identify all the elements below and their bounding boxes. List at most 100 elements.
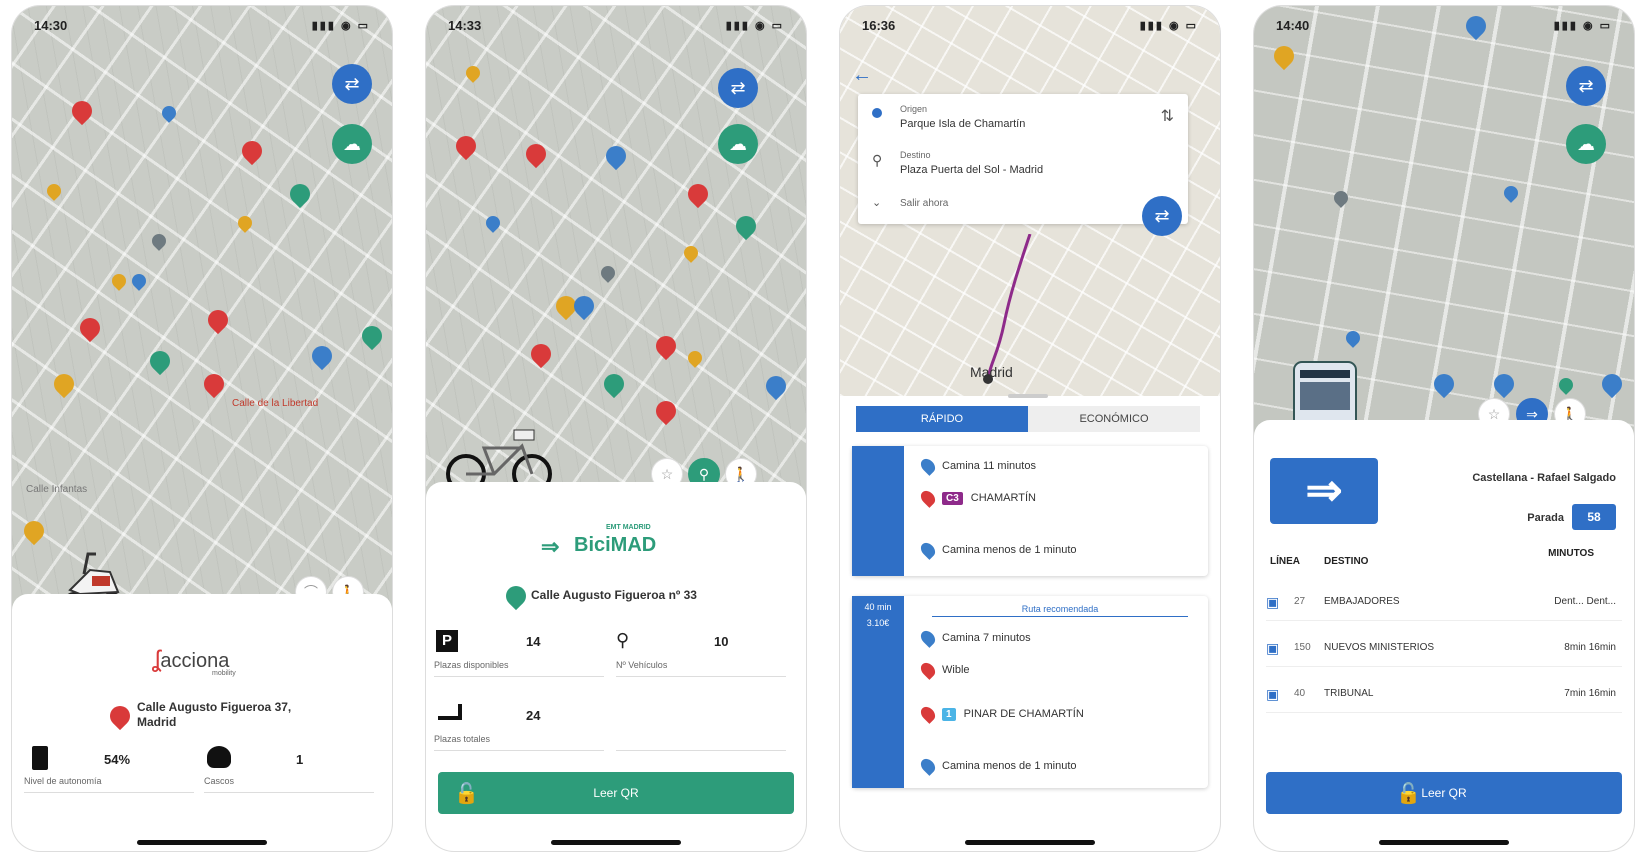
origin-dot-icon — [872, 108, 882, 118]
depart-chevron-icon[interactable]: ⌄ — [872, 196, 881, 209]
layers-button[interactable]: ⇄ — [332, 64, 372, 104]
bicimad-logo-icon: ⇒ — [541, 534, 560, 559]
weather-button[interactable]: ☁ — [1566, 124, 1606, 164]
depart-time-select[interactable]: Salir ahora — [900, 198, 948, 209]
status-time: 14:33 — [448, 17, 482, 33]
read-qr-label: Leer QR — [593, 786, 639, 800]
layers-button[interactable]: ⇄ — [718, 68, 758, 108]
stop-text: CHAMARTÍN — [970, 492, 1036, 504]
status-icons: ▮▮▮ ◉ ▭ — [311, 19, 370, 32]
origin-label: Origen — [900, 104, 928, 114]
line-badge: 1 — [942, 707, 956, 721]
bikes-value: 10 — [714, 634, 729, 649]
row-line: 27 — [1294, 596, 1306, 607]
walk-pin-icon — [918, 540, 938, 560]
table-row[interactable]: ▣ 150 NUEVOS MINISTERIOS 8min 16min — [1266, 634, 1622, 667]
screen-bicimad: 14:33 ▮▮▮ ◉ ▭ ⇄ ☁ ☆ ⚲ 🚶 EMT MADRID ⇒ Bic… — [426, 6, 806, 851]
total-value: 24 — [526, 708, 541, 723]
read-qr-button[interactable]: 🔓 Leer QR — [438, 772, 794, 814]
home-indicator[interactable] — [1379, 840, 1509, 845]
emt-logo-icon: ⇒ — [1270, 458, 1378, 524]
route-step: Camina menos de 1 minuto — [918, 756, 1077, 776]
mode-button[interactable]: ⇄ — [1142, 196, 1182, 236]
destination-input[interactable]: Plaza Puerta del Sol - Madrid — [900, 164, 1043, 176]
screen-bus-stop: 14:40 ▮▮▮ ◉ ▭ ⇄ ☁ ☆ ⇒ 🚶 ⇒ Castellana - R… — [1254, 6, 1634, 851]
weather-button[interactable]: ☁ — [718, 124, 758, 164]
map-street: Calle Infantas — [26, 484, 88, 495]
status-time: 14:30 — [34, 17, 68, 33]
address-text: Calle Augusto Figueroa nº 33 — [531, 588, 697, 602]
status-time: 16:36 — [862, 17, 896, 33]
location-pin-icon — [105, 701, 135, 731]
row-dest: TRIBUNAL — [1324, 688, 1374, 699]
status-icons: ▮▮▮ ◉ ▭ — [1139, 19, 1198, 32]
unlock-icon: 🔓 — [1396, 782, 1421, 805]
route-step: Camina 7 minutos — [918, 628, 1031, 648]
stop-text: PINAR DE CHAMARTÍN — [963, 708, 1084, 720]
line-badge: C3 — [942, 491, 963, 505]
battery-icon — [32, 746, 48, 770]
status-icons: ▮▮▮ ◉ ▭ — [1553, 19, 1612, 32]
layers-button[interactable]: ⇄ — [1566, 66, 1606, 106]
row-line: 150 — [1294, 642, 1311, 653]
parking-icon: P — [436, 630, 458, 652]
row-minutes: Dent... Dent... — [1554, 596, 1616, 607]
total-label: Plazas totales — [434, 734, 491, 744]
status-bar: 14:40 ▮▮▮ ◉ ▭ — [1276, 16, 1612, 34]
walk-pin-icon — [918, 456, 938, 476]
route-duration: 40 min — [864, 602, 892, 612]
route-step: C3 CHAMARTÍN — [918, 488, 1036, 508]
screen-route-planner: 16:36 ▮▮▮ ◉ ▭ ← Origen Parque Isla de Ch… — [840, 6, 1220, 851]
row-line: 40 — [1294, 688, 1306, 699]
helmet-icon — [207, 746, 231, 768]
status-bar: 16:36 ▮▮▮ ◉ ▭ — [862, 16, 1198, 34]
map-label: Calle de la Libertad — [232, 398, 319, 409]
read-qr-label: Leer QR — [1421, 786, 1467, 800]
stop-name: Castellana - Rafael Salgado — [1472, 472, 1616, 484]
step-text: Wible — [942, 664, 970, 676]
home-indicator[interactable] — [965, 840, 1095, 845]
step-text: Camina 7 minutos — [942, 632, 1031, 644]
bus-row-icon: ▣ — [1266, 640, 1280, 656]
col-dest-header: DESTINO — [1324, 556, 1369, 567]
home-indicator[interactable] — [551, 840, 681, 845]
helmet-value: 1 — [296, 752, 304, 767]
table-row[interactable]: ▣ 27 EMBAJADORES Dent... Dent... — [1266, 588, 1622, 621]
table-row[interactable]: ▣ 40 TRIBUNAL 7min 16min — [1266, 680, 1622, 713]
route-option-2[interactable]: 40 min 3.10€ Ruta recomendada Camina 7 m… — [852, 596, 1208, 788]
tab-cheap[interactable]: ECONÓMICO — [1028, 406, 1200, 432]
parking-label: Plazas disponibles — [434, 660, 509, 670]
route-step: 1 PINAR DE CHAMARTÍN — [918, 704, 1084, 724]
route-line — [983, 234, 1032, 384]
swap-icon[interactable]: ⇅ — [1161, 106, 1174, 126]
row-minutes: 8min 16min — [1564, 642, 1616, 653]
route-step: Wible — [918, 660, 970, 680]
stop-label: Parada — [1527, 512, 1564, 524]
stop-number-badge: 58 — [1572, 504, 1616, 530]
train-pin-icon — [918, 488, 938, 508]
helmet-label: Cascos — [204, 776, 235, 786]
dock-icon — [438, 704, 462, 720]
destination-label: Destino — [900, 150, 931, 160]
brand-sub: mobility — [212, 670, 236, 677]
back-arrow-icon[interactable]: ← — [852, 64, 872, 87]
tab-fast[interactable]: RÁPIDO — [856, 406, 1028, 432]
read-qr-button[interactable]: 🔓 Leer QR — [1266, 772, 1622, 814]
unlock-icon: 🔓 — [454, 782, 479, 805]
screen-acciona: 14:30 ▮▮▮ ◉ ▭ Calle de la Libertad Calle… — [12, 6, 392, 851]
route-step: Camina 11 minutos — [918, 456, 1036, 476]
detail-sheet: ⇒ Castellana - Rafael Salgado Parada 58 … — [1254, 420, 1634, 851]
step-text: Camina 11 minutos — [942, 460, 1036, 472]
brand-name: BiciMAD — [574, 534, 657, 556]
status-bar: 14:30 ▮▮▮ ◉ ▭ — [34, 16, 370, 34]
bikes-label: Nº Vehículos — [616, 660, 668, 670]
origin-input[interactable]: Parque Isla de Chamartín — [900, 118, 1025, 130]
divider — [616, 676, 786, 677]
drag-handle[interactable] — [1008, 394, 1048, 398]
route-option-1[interactable]: Camina 11 minutos C3 CHAMARTÍN Camina men… — [852, 446, 1208, 576]
divider — [24, 792, 194, 793]
home-indicator[interactable] — [137, 840, 267, 845]
brand-top: EMT MADRID — [606, 524, 651, 531]
status-time: 14:40 — [1276, 17, 1310, 33]
weather-button[interactable]: ☁ — [332, 124, 372, 164]
